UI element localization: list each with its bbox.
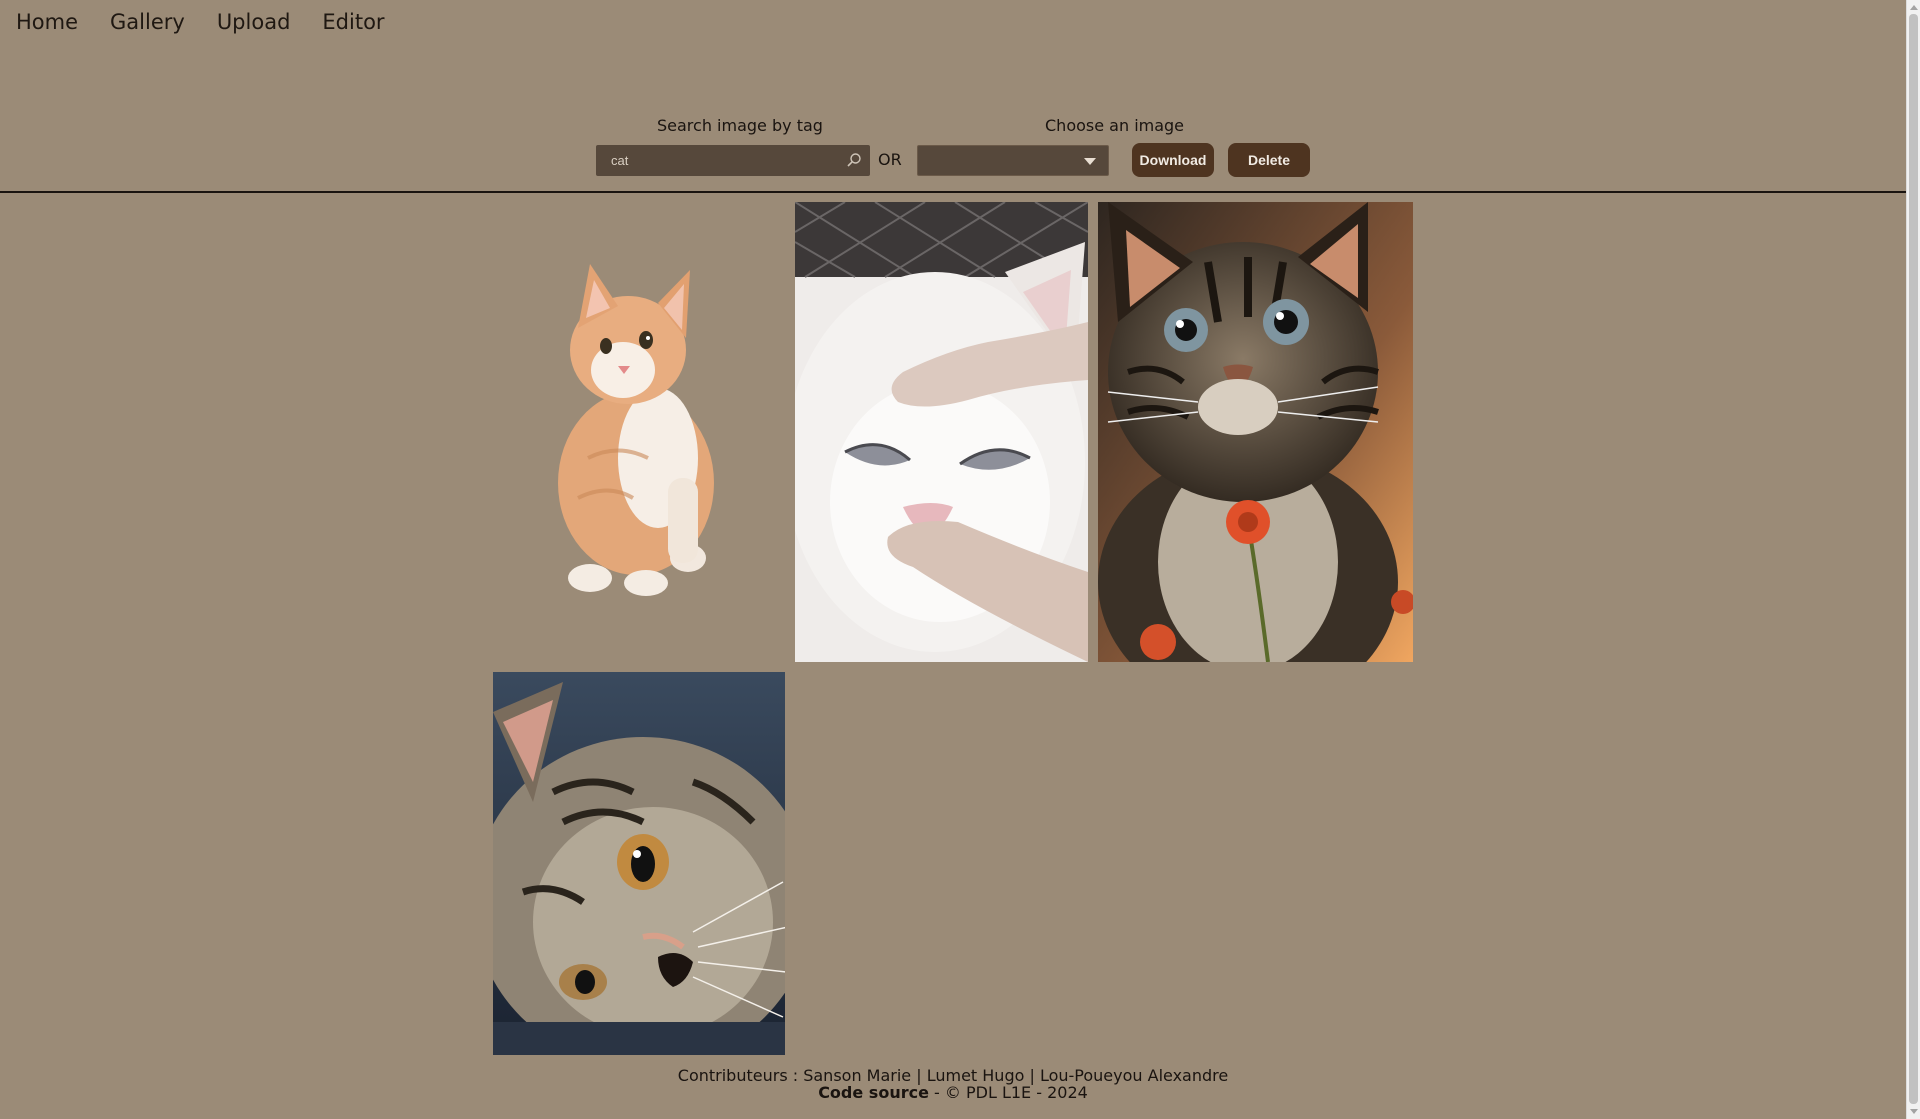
gallery-image-tabby-lying[interactable] (493, 672, 785, 1055)
white-cat-illustration (795, 202, 1088, 662)
scroll-down-icon[interactable] (1910, 1109, 1918, 1114)
gallery-image-white-cat[interactable] (795, 202, 1088, 662)
contributors-text: Contributeurs : Sanson Marie | Lumet Hug… (677, 1066, 1229, 1085)
footer-source-line: Code source - © PDL L1E - 2024 (0, 1084, 1906, 1101)
copyright-text: - © PDL L1E - 2024 (928, 1083, 1088, 1102)
search-field (596, 145, 870, 176)
delete-button[interactable]: Delete (1228, 143, 1310, 177)
search-icon[interactable] (846, 152, 862, 168)
search-label: Search image by tag (657, 116, 823, 135)
kitten-illustration (558, 264, 714, 596)
chevron-down-icon (1084, 158, 1096, 165)
search-input[interactable] (596, 145, 836, 176)
download-button[interactable]: Download (1132, 143, 1214, 177)
vertical-scrollbar[interactable] (1906, 0, 1920, 1119)
image-select[interactable] (917, 145, 1109, 176)
page-footer: Contributeurs : Sanson Marie | Lumet Hug… (0, 1067, 1906, 1101)
scroll-up-icon[interactable] (1910, 5, 1918, 10)
gallery-image-tabby-flower[interactable] (1098, 202, 1413, 662)
tabby-lying-illustration (493, 672, 785, 1055)
source-code-link[interactable]: Code source (818, 1083, 929, 1102)
image-toolbar: Search image by tag Choose an image OR D… (0, 0, 1906, 193)
gallery-image-orange-kitten[interactable] (518, 258, 744, 600)
scrollbar-thumb[interactable] (1909, 14, 1918, 1104)
or-separator: OR (878, 150, 902, 169)
choose-label: Choose an image (1045, 116, 1185, 135)
tabby-flower-illustration (1098, 202, 1413, 662)
